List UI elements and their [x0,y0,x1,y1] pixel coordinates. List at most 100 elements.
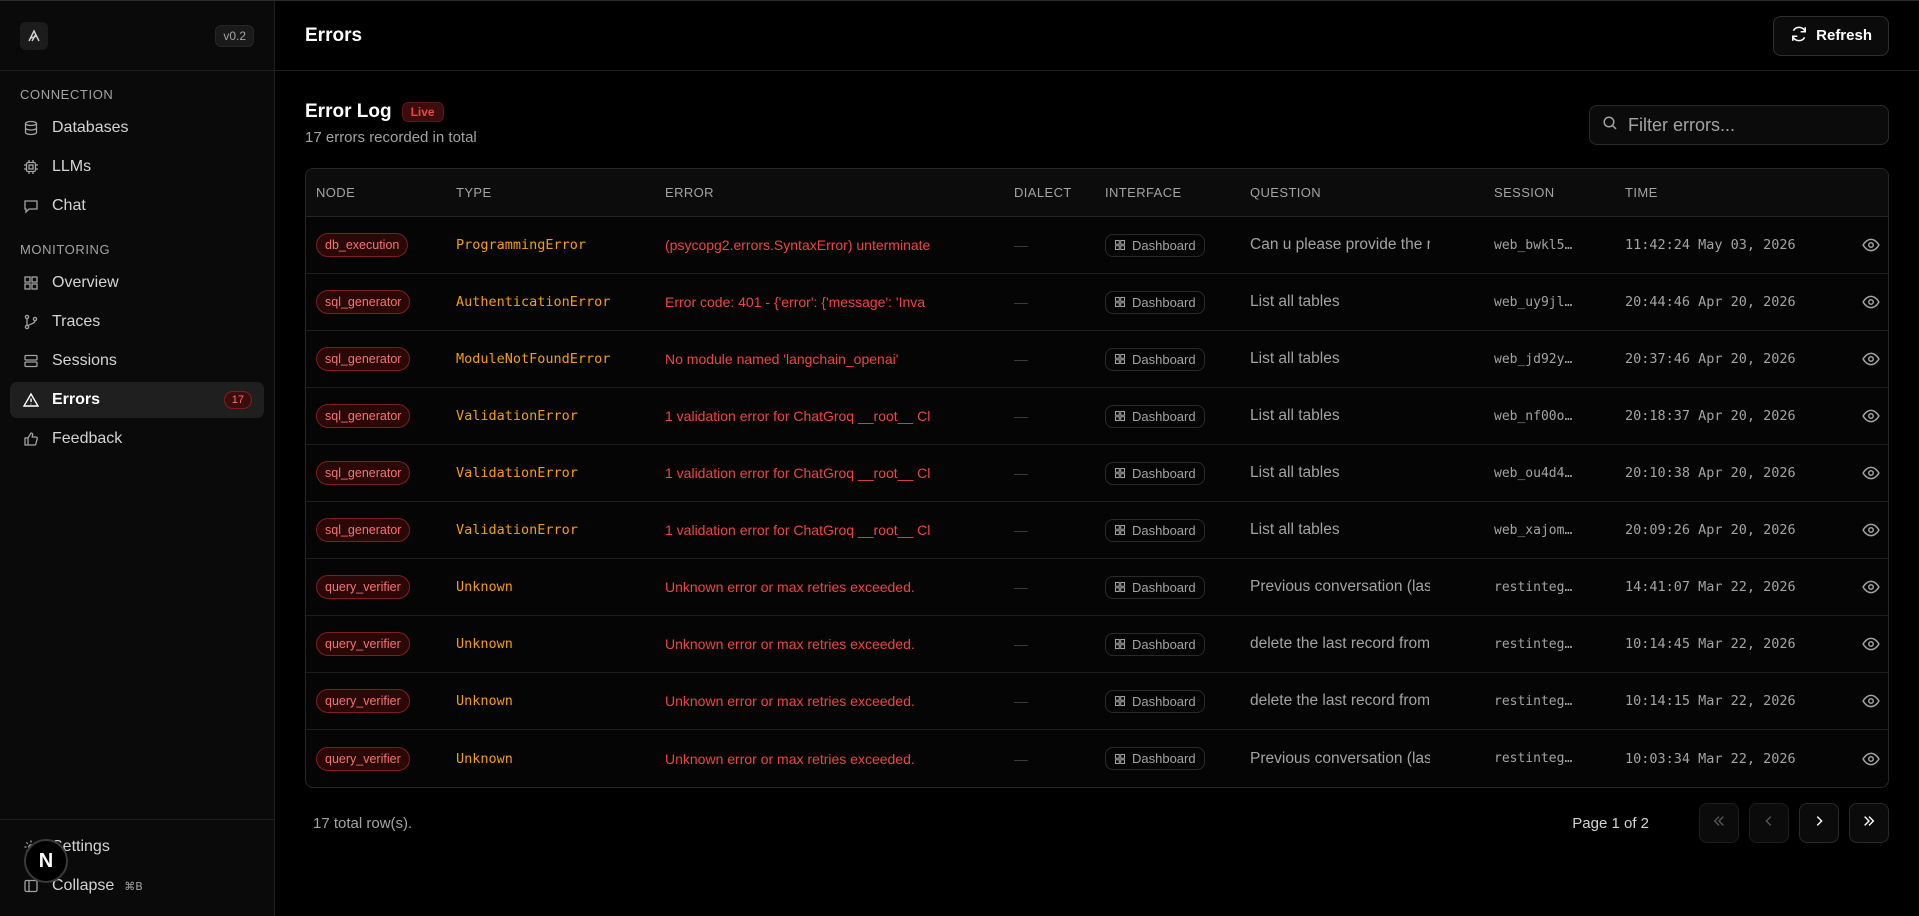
sidebar-item-sessions[interactable]: Sessions [10,343,264,379]
version-badge: v0.2 [215,24,254,47]
errors-table: NODE TYPE ERROR DIALECT INTERFACE QUESTION SES… [305,168,1889,788]
interface-cell: Dashboard [1095,233,1240,257]
node-cell: query_verifier [306,689,446,713]
view-details-button[interactable] [1818,578,1888,596]
sidebar-item-errors[interactable]: Errors 17 [10,382,264,418]
interface-label: Dashboard [1132,408,1196,424]
view-details-button[interactable] [1818,407,1888,425]
interface-cell: Dashboard [1095,632,1240,656]
refresh-button[interactable]: Refresh [1773,15,1889,56]
table-row[interactable]: sql_generator AuthenticationError Error co… [306,274,1888,331]
message-icon [22,197,40,215]
table-row[interactable]: sql_generator ModuleNotFoundError No modul… [306,331,1888,388]
column-header: INTERFACE [1105,185,1182,200]
table-row[interactable]: sql_generator ValidationError 1 validation… [306,445,1888,502]
interface-badge: Dashboard [1105,347,1205,371]
error-log-title: Error Log [305,101,392,122]
eye-icon [1862,578,1880,596]
node-cell: sql_generator [306,404,446,428]
section-monitoring: MONITORING [20,242,111,257]
column-header: NODE [316,185,356,200]
table-body: db_execution ProgrammingError (psycopg2.er… [306,217,1888,787]
node-cell: query_verifier [306,746,446,771]
type-cell: Unknown [456,636,513,652]
first-page-button[interactable] [1699,803,1739,843]
sidebar-item-label: Collapse [52,877,115,894]
node-cell: db_execution [306,233,446,257]
question-cell: List all tables [1250,464,1340,481]
view-details-button[interactable] [1818,635,1888,653]
table-row[interactable]: sql_generator ValidationError 1 validation… [306,388,1888,445]
session-cell: restintegr… [1494,579,1579,595]
error-cell: Error code: 401 - {'error': {'message': … [665,294,926,310]
view-details-button[interactable] [1818,350,1888,368]
node-cell: sql_generator [306,347,446,371]
eye-icon [1862,407,1880,425]
node-cell: sql_generator [306,290,446,314]
interface-label: Dashboard [1132,237,1196,253]
type-cell: ValidationError [456,408,578,424]
session-cell: restintegr… [1494,751,1579,766]
assistant-bubble-button[interactable]: N [24,839,68,883]
table-row[interactable]: sql_generator ValidationError 1 validation… [306,502,1888,559]
type-cell: ProgrammingError [456,237,587,253]
sidebar-item-traces[interactable]: Traces [10,304,264,340]
sidebar-item-llms[interactable]: LLMs [10,149,264,185]
question-cell: delete the last record from [1250,635,1430,652]
eye-icon [1862,692,1880,710]
sidebar-item-feedback[interactable]: Feedback [10,421,264,457]
question-cell: List all tables [1250,350,1340,367]
table-row[interactable]: query_verifier Unknown Unknown error or ma… [306,559,1888,616]
time-cell: 10:03:34 Mar 22, 2026 [1625,750,1796,767]
last-page-button[interactable] [1849,803,1889,843]
view-details-button[interactable] [1818,750,1888,768]
dialect-cell: — [1014,750,1028,767]
interface-badge: Dashboard [1105,747,1205,770]
time-cell: 20:09:26 Apr 20, 2026 [1625,522,1796,538]
session-cell: web_nf00o1… [1494,408,1579,424]
thumbs-up-icon [22,430,40,448]
table-row[interactable]: query_verifier Unknown Unknown error or ma… [306,673,1888,730]
table-row[interactable]: db_execution ProgrammingError (psycopg2.er… [306,217,1888,274]
next-page-button[interactable] [1799,803,1839,843]
dashboard-icon [1114,296,1126,308]
error-cell: 1 validation error for ChatGroq __root__… [665,522,931,538]
refresh-icon [1790,25,1808,47]
interface-badge: Dashboard [1105,575,1205,599]
table-row[interactable]: query_verifier Unknown Unknown error or ma… [306,616,1888,673]
sidebar-item-label: Overview [52,274,119,291]
eye-icon [1862,750,1880,768]
sidebar-item-chat[interactable]: Chat [10,188,264,224]
time-cell: 10:14:15 Mar 22, 2026 [1625,693,1796,709]
section-connection: CONNECTION [20,87,114,102]
column-header: DIALECT [1014,185,1072,200]
view-details-button[interactable] [1818,692,1888,710]
dashboard-icon [1114,524,1126,536]
dashboard-icon [1114,467,1126,479]
sidebar-item-databases[interactable]: Databases [10,110,264,146]
table-row[interactable]: query_verifier Unknown Unknown error or ma… [306,730,1888,787]
view-details-button[interactable] [1818,293,1888,311]
live-badge: Live [401,102,444,122]
time-cell: 14:41:07 Mar 22, 2026 [1625,579,1796,595]
sidebar-item-overview[interactable]: Overview [10,265,264,301]
sidebar: v0.2 CONNECTION Databases LLMs Chat MONI… [0,1,275,916]
previous-page-button[interactable] [1749,803,1789,843]
filter-box [1589,105,1889,145]
filter-errors-input[interactable] [1628,114,1868,136]
eye-icon [1862,236,1880,254]
error-cell: (psycopg2.errors.SyntaxError) unterminat… [665,237,931,253]
view-details-button[interactable] [1818,521,1888,539]
interface-badge: Dashboard [1105,233,1205,257]
dialect-cell: — [1014,636,1028,652]
chevron-right-icon [1812,814,1826,833]
main-content: Errors Refresh Error Log Live 17 errors … [275,1,1919,916]
app-logo[interactable] [20,21,48,50]
dashboard-icon [1114,581,1126,593]
view-details-button[interactable] [1818,236,1888,254]
error-cell: Unknown error or max retries exceeded. [665,636,915,652]
error-log-title-row: Error Log Live [305,101,477,123]
node-cell: query_verifier [306,632,446,656]
view-details-button[interactable] [1818,464,1888,482]
dialect-cell: — [1014,294,1028,310]
